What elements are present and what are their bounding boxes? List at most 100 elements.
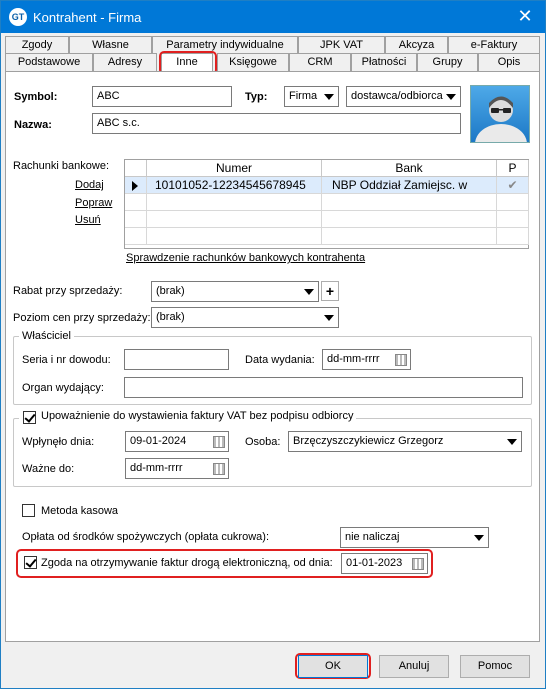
typ-kontrahenta-value: dostawca/odbiorca xyxy=(351,90,443,102)
table-header-bank[interactable]: Bank xyxy=(322,160,497,177)
empty-cell xyxy=(322,228,497,245)
empty-cell xyxy=(322,211,497,228)
empty-cell xyxy=(125,228,147,245)
wazne-do-label: Ważne do: xyxy=(22,463,75,475)
empty-cell xyxy=(147,228,322,245)
symbol-label: Symbol: xyxy=(14,91,58,103)
tab-grupy[interactable]: Grupy xyxy=(417,53,478,71)
poziom-cen-value: (brak) xyxy=(156,311,185,323)
title-bar: GT Kontrahent - Firma ✕ xyxy=(1,1,545,33)
e-invoice-consent-checkbox[interactable] xyxy=(24,556,37,569)
tab-opis[interactable]: Opis xyxy=(478,53,540,71)
nazwa-label: Nazwa: xyxy=(14,119,52,131)
chevron-down-icon xyxy=(446,94,456,100)
osoba-value: Brzęczyszczykiewicz Grzegorz xyxy=(293,435,444,447)
app-icon: GT xyxy=(9,8,27,26)
symbol-input[interactable]: ABC xyxy=(92,86,232,107)
typ-kontrahenta-select[interactable]: dostawca/odbiorca xyxy=(346,86,461,107)
chevron-down-icon xyxy=(507,439,517,445)
tab-jpk-vat[interactable]: JPK VAT xyxy=(298,36,385,54)
e-invoice-consent-date-value: 01-01-2023 xyxy=(346,557,403,569)
metoda-kasowa-label: Metoda kasowa xyxy=(41,505,119,517)
calendar-icon[interactable] xyxy=(395,354,407,366)
close-icon[interactable]: ✕ xyxy=(515,6,535,26)
chevron-down-icon xyxy=(324,315,334,321)
calendar-icon[interactable] xyxy=(213,463,225,475)
rabat-label: Rabat przy sprzedaży: xyxy=(13,285,123,297)
wplynelo-label: Wpłynęło dnia: xyxy=(22,436,95,448)
empty-cell xyxy=(125,211,147,228)
table-header-p[interactable]: P xyxy=(497,160,529,177)
add-bank-link[interactable]: Dodaj xyxy=(75,179,104,191)
organ-label: Organ wydający: xyxy=(22,382,104,394)
metoda-kasowa-checkbox[interactable] xyxy=(22,504,35,517)
help-button[interactable]: Pomoc xyxy=(460,655,530,678)
e-invoice-consent-date[interactable]: 01-01-2023 xyxy=(341,553,428,574)
authorization-title: Upoważnienie do wystawienia faktury VAT … xyxy=(19,410,357,422)
seria-input[interactable] xyxy=(124,349,229,370)
edit-bank-link[interactable]: Popraw xyxy=(75,197,112,209)
typ-label: Typ: xyxy=(245,91,268,103)
tab-ksiegowe[interactable]: Księgowe xyxy=(217,53,289,71)
tab-adresy[interactable]: Adresy xyxy=(93,53,157,71)
tab-crm[interactable]: CRM xyxy=(289,53,351,71)
bank-accounts-table[interactable]: Numer Bank P 10101052-12234545678945 NBP… xyxy=(124,159,529,249)
e-invoice-consent-label: Zgoda na otrzymywanie faktur drogą elekt… xyxy=(41,557,333,569)
check-bank-accounts-link[interactable]: Sprawdzenie rachunków bankowych kontrahe… xyxy=(126,252,365,264)
data-wydania-label: Data wydania: xyxy=(245,354,315,366)
empty-cell xyxy=(147,194,322,211)
dialog-window: GT Kontrahent - Firma ✕ Zgody Własne Par… xyxy=(0,0,546,689)
poziom-cen-label: Poziom cen przy sprzedaży: xyxy=(13,312,151,324)
window-title: Kontrahent - Firma xyxy=(33,10,142,25)
rabat-select[interactable]: (brak) xyxy=(151,281,319,302)
chevron-down-icon xyxy=(324,94,334,100)
typ-select-value: Firma xyxy=(289,90,318,102)
row-indicator-icon xyxy=(125,177,147,194)
tab-wlasne[interactable]: Własne xyxy=(69,36,152,54)
calendar-icon[interactable] xyxy=(412,558,424,570)
tab-podstawowe[interactable]: Podstawowe xyxy=(5,53,93,71)
typ-select[interactable]: Firma xyxy=(284,86,339,107)
tab-platnosci[interactable]: Płatności xyxy=(351,53,417,71)
oplata-value: nie naliczaj xyxy=(345,531,400,543)
person-icon xyxy=(475,96,527,142)
table-header-indicator xyxy=(125,160,147,177)
oplata-select[interactable]: nie naliczaj xyxy=(340,527,489,548)
add-rabat-button[interactable]: + xyxy=(321,281,339,301)
wplynelo-input[interactable]: 09-01-2024 xyxy=(125,431,229,452)
osoba-select[interactable]: Brzęczyszczykiewicz Grzegorz xyxy=(288,431,522,452)
table-cell-numer[interactable]: 10101052-12234545678945 xyxy=(147,177,322,194)
table-header-numer[interactable]: Numer xyxy=(147,160,322,177)
empty-cell xyxy=(497,211,529,228)
cancel-button[interactable]: Anuluj xyxy=(379,655,449,678)
check-icon: ✔ xyxy=(497,177,529,194)
empty-cell xyxy=(125,194,147,211)
contact-avatar[interactable] xyxy=(470,85,530,143)
wplynelo-value: 09-01-2024 xyxy=(130,435,187,447)
wazne-do-value: dd-mm-rrrr xyxy=(130,462,183,474)
osoba-label: Osoba: xyxy=(245,436,281,448)
empty-cell xyxy=(497,194,529,211)
owner-group-title: Właściciel xyxy=(19,330,74,342)
tab-akcyza[interactable]: Akcyza xyxy=(385,36,448,54)
wazne-do-input[interactable]: dd-mm-rrrr xyxy=(125,458,229,479)
data-wydania-input[interactable]: dd-mm-rrrr xyxy=(322,349,411,370)
bank-accounts-label: Rachunki bankowe: xyxy=(13,160,110,172)
calendar-icon[interactable] xyxy=(213,436,225,448)
oplata-label: Opłata od środków spożywczych (opłata cu… xyxy=(22,531,269,543)
seria-label: Seria i nr dowodu: xyxy=(22,354,111,366)
table-cell-bank[interactable]: NBP Oddział Zamiejsc. w xyxy=(322,177,497,194)
tab-e-faktury[interactable]: e-Faktury xyxy=(448,36,540,54)
ok-button[interactable]: OK xyxy=(298,655,368,678)
chevron-down-icon xyxy=(304,289,314,295)
empty-cell xyxy=(322,194,497,211)
nazwa-input[interactable]: ABC s.c. xyxy=(92,113,461,134)
poziom-cen-select[interactable]: (brak) xyxy=(151,307,339,328)
organ-input[interactable] xyxy=(124,377,523,398)
rabat-select-value: (brak) xyxy=(156,285,185,297)
tab-zgody[interactable]: Zgody xyxy=(5,36,69,54)
authorization-group xyxy=(13,418,532,487)
delete-bank-link[interactable]: Usuń xyxy=(75,214,101,226)
chevron-down-icon xyxy=(474,535,484,541)
authorization-checkbox[interactable] xyxy=(23,411,36,424)
